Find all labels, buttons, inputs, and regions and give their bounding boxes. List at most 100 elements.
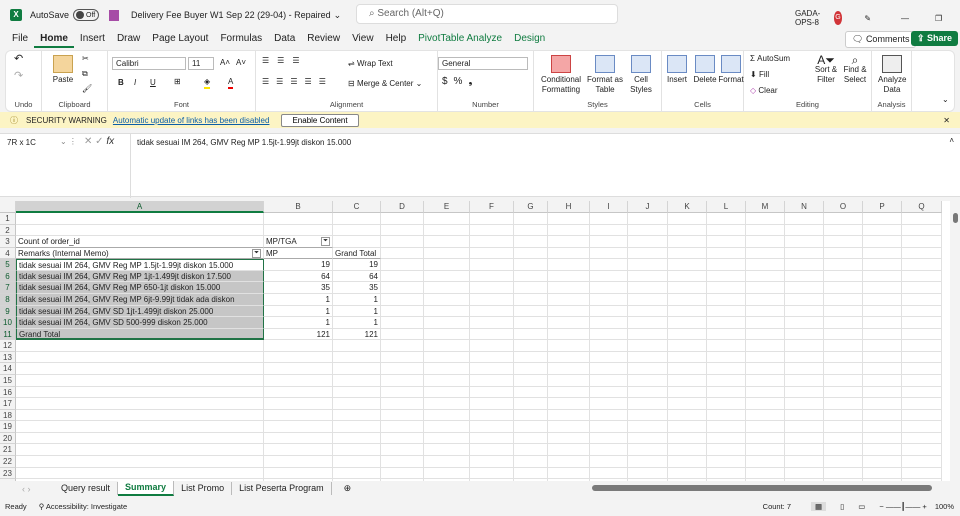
cell[interactable] <box>548 236 590 248</box>
cell[interactable] <box>902 409 942 422</box>
cell[interactable] <box>668 467 707 480</box>
cell[interactable] <box>16 340 264 352</box>
cell[interactable] <box>548 224 590 237</box>
cell[interactable] <box>590 386 628 399</box>
cell[interactable] <box>863 236 902 248</box>
cell[interactable] <box>863 305 902 318</box>
cell[interactable] <box>628 467 668 480</box>
cell-styles-button[interactable]: Cell Styles <box>626 55 656 95</box>
cell[interactable] <box>381 467 424 480</box>
cell[interactable] <box>548 363 590 375</box>
pivot-value[interactable]: Grand Total <box>333 247 381 260</box>
row-header[interactable]: 4 <box>0 247 16 260</box>
row-header[interactable]: 11 <box>0 328 16 341</box>
cell[interactable] <box>381 444 424 456</box>
cell[interactable] <box>514 270 548 283</box>
pivot-value[interactable]: 1 <box>333 317 381 329</box>
pivot-value[interactable]: 1 <box>333 293 381 306</box>
borders-icon[interactable]: ⊞ <box>174 77 181 87</box>
cell[interactable] <box>902 351 942 364</box>
cell[interactable] <box>333 455 381 468</box>
row-header[interactable]: 19 <box>0 421 16 433</box>
cell[interactable] <box>785 351 824 364</box>
cell[interactable] <box>470 270 514 283</box>
pivot-value[interactable]: MP <box>264 247 333 260</box>
cell[interactable] <box>424 421 470 433</box>
cell[interactable] <box>514 398 548 410</box>
cell[interactable] <box>628 455 668 468</box>
cell[interactable] <box>548 305 590 318</box>
tab-pivottable-analyze[interactable]: PivotTable Analyze <box>412 30 508 48</box>
cell[interactable] <box>668 351 707 364</box>
cell[interactable] <box>824 317 863 329</box>
cell[interactable] <box>668 305 707 318</box>
cell[interactable] <box>824 351 863 364</box>
row-header[interactable]: 21 <box>0 444 16 456</box>
cell[interactable] <box>264 455 333 468</box>
number-format-icons[interactable]: $%❟ <box>442 77 478 87</box>
cell[interactable] <box>381 236 424 248</box>
cell[interactable] <box>470 467 514 480</box>
copy-icon[interactable]: ⧉ <box>82 69 88 79</box>
cell[interactable] <box>333 467 381 480</box>
cell[interactable] <box>707 213 746 225</box>
analyze-data-button[interactable]: Analyze Data <box>878 55 906 95</box>
cell[interactable] <box>628 293 668 306</box>
cell[interactable] <box>824 259 863 271</box>
cell[interactable] <box>628 247 668 260</box>
vertical-align-icons[interactable]: ☰☰☰ <box>262 56 308 66</box>
cell[interactable] <box>333 398 381 410</box>
share-button[interactable]: ⇪ Share <box>911 31 959 46</box>
page-break-view-icon[interactable]: ▭ <box>858 502 865 511</box>
cell[interactable] <box>16 467 264 480</box>
fill-color-icon[interactable]: ◈ <box>204 77 211 89</box>
pivot-row-label[interactable]: tidak sesuai IM 264, GMV SD 500-999 disk… <box>16 317 264 329</box>
cell[interactable] <box>548 282 590 294</box>
cell[interactable] <box>381 386 424 399</box>
cell[interactable] <box>902 340 942 352</box>
cell[interactable] <box>785 444 824 456</box>
cell[interactable] <box>707 293 746 306</box>
cell[interactable] <box>746 421 785 433</box>
column-header[interactable]: D <box>381 201 424 213</box>
cancel-confirm-icons[interactable]: ✕ ✓ fx <box>84 136 114 147</box>
cell[interactable] <box>470 224 514 237</box>
cell[interactable] <box>381 259 424 271</box>
cell[interactable] <box>863 432 902 445</box>
cell[interactable] <box>785 340 824 352</box>
cell[interactable] <box>824 247 863 260</box>
cell[interactable] <box>16 409 264 422</box>
cell[interactable] <box>707 328 746 341</box>
cell[interactable] <box>863 259 902 271</box>
cell[interactable] <box>590 363 628 375</box>
cell[interactable] <box>264 409 333 422</box>
column-header[interactable]: M <box>746 201 785 213</box>
tab-file[interactable]: File <box>6 30 34 48</box>
cell[interactable] <box>628 363 668 375</box>
cell[interactable] <box>333 224 381 237</box>
pivot-value[interactable]: 19 <box>333 259 381 271</box>
cell[interactable] <box>590 259 628 271</box>
cell[interactable] <box>470 444 514 456</box>
delete-cells-button[interactable]: Delete <box>692 55 718 85</box>
cell[interactable] <box>590 224 628 237</box>
cell[interactable] <box>824 270 863 283</box>
cell[interactable] <box>333 374 381 387</box>
cell[interactable] <box>514 317 548 329</box>
cell[interactable] <box>16 374 264 387</box>
pivot-value[interactable]: 1 <box>264 293 333 306</box>
cell[interactable] <box>264 351 333 364</box>
cell[interactable] <box>16 398 264 410</box>
cell[interactable] <box>824 328 863 341</box>
cell[interactable] <box>668 236 707 248</box>
cell[interactable] <box>264 398 333 410</box>
cell[interactable] <box>785 259 824 271</box>
row-header[interactable]: 18 <box>0 409 16 422</box>
close-warning-icon[interactable]: ✕ <box>943 116 950 125</box>
cell[interactable] <box>514 409 548 422</box>
tab-draw[interactable]: Draw <box>111 30 146 48</box>
cell[interactable] <box>668 293 707 306</box>
cell[interactable] <box>424 444 470 456</box>
cell[interactable] <box>863 213 902 225</box>
cell[interactable] <box>628 270 668 283</box>
